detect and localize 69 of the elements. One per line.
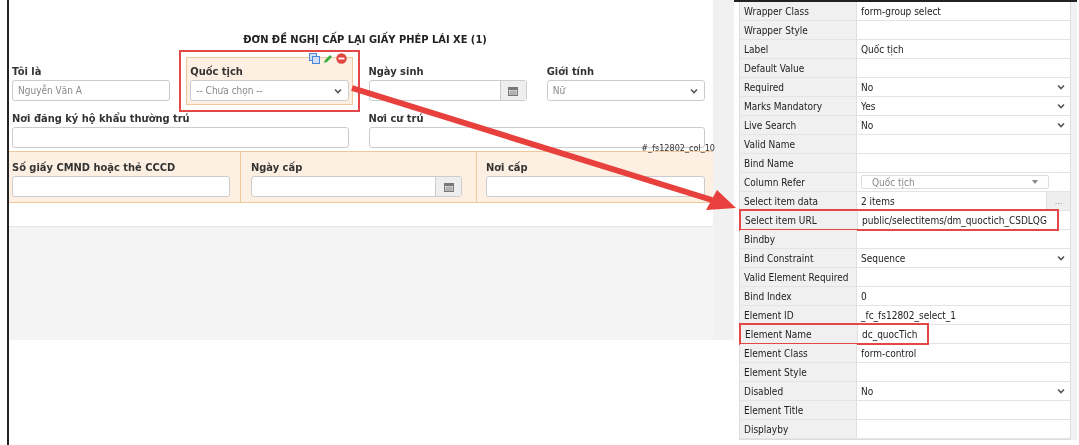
field-label: Nơi cư trú (368, 111, 424, 127)
field-label: Giới tính (546, 64, 595, 80)
property-label: Element Name (741, 325, 858, 343)
column-id-label: #_fs12802_col_10 (641, 143, 715, 153)
property-select[interactable]: No (857, 78, 874, 96)
property-value[interactable]: Quốc tịch (857, 40, 904, 58)
property-label: Bind Name (740, 154, 857, 172)
property-label: Valid Name (740, 135, 857, 153)
property-label: Required (740, 78, 857, 96)
chevron-icon (1057, 255, 1065, 261)
chevron-icon (333, 87, 342, 94)
property-value[interactable]: _fc_fs12802_select_1 (857, 306, 957, 324)
property-label: Label (740, 40, 857, 58)
property-value[interactable]: dc_quocTich (858, 325, 928, 343)
property-label: Select item URL (741, 211, 858, 229)
property-value[interactable]: form-control (857, 344, 917, 362)
caret-icon (1032, 180, 1038, 184)
field-label: Nơi cấp (486, 160, 528, 176)
property-label: Bind Index (740, 287, 857, 305)
property-label: Element Title (740, 401, 857, 419)
text-field[interactable]: Nguyễn Văn A (12, 80, 171, 101)
property-value: 2 items (860, 194, 895, 209)
property-label: Element Class (740, 344, 857, 362)
property-label: Element ID (740, 306, 857, 324)
property-label: Disabled (740, 382, 857, 400)
remove-icon[interactable] (335, 53, 347, 64)
select-field[interactable]: Nữ (546, 80, 705, 101)
property-value[interactable]: 0 (857, 287, 867, 305)
property-label: Default Value (740, 59, 857, 77)
field-label: Quốc tịch (190, 64, 243, 80)
chevron-icon (1057, 84, 1065, 90)
property-label: Bind Constraint (740, 249, 857, 267)
property-select[interactable]: Sequence (857, 249, 906, 267)
select-field[interactable]: -- Chưa chọn -- (190, 80, 349, 101)
field-label: Nơi đăng ký hộ khẩu thường trú (12, 111, 190, 127)
chevron-icon (690, 87, 698, 94)
field-label: Tôi là (12, 64, 42, 80)
text-field[interactable] (12, 176, 230, 197)
calendar-icon (443, 181, 454, 192)
copy-icon[interactable] (308, 53, 320, 64)
field-label: Ngày sinh (368, 64, 424, 80)
property-label: Element Style (740, 363, 857, 381)
chevron-icon (1057, 388, 1065, 394)
property-select[interactable]: No (857, 116, 874, 134)
calendar-icon (508, 85, 519, 96)
text-field[interactable] (12, 127, 349, 148)
field-label: Số giấy CMND hoặc thẻ CCCD (12, 160, 176, 176)
property-label: Marks Mandatory (740, 97, 857, 115)
property-label: Displayby (740, 420, 857, 438)
property-select[interactable]: No (857, 382, 874, 400)
date-field[interactable] (368, 80, 527, 101)
property-label: Live Search (740, 116, 857, 134)
property-label: Wrapper Class (740, 2, 857, 20)
field-label: Ngày cấp (251, 160, 303, 176)
property-label: Bindby (740, 230, 857, 248)
column-combo[interactable]: Quốc tịch (861, 175, 1049, 189)
property-label: Wrapper Style (740, 21, 857, 39)
form-title: ĐƠN ĐỀ NGHỊ CẤP LẠI GIẤY PHÉP LÁI XE (1) (243, 33, 487, 46)
chevron-icon (1057, 122, 1065, 128)
property-value[interactable]: form-group select (857, 2, 941, 20)
text-field[interactable] (486, 176, 705, 197)
chevron-icon (1057, 103, 1065, 109)
property-select[interactable]: Yes (857, 97, 876, 115)
pencil-icon[interactable] (322, 53, 333, 64)
property-label: Column Refer (740, 173, 857, 191)
date-field[interactable] (251, 176, 462, 197)
property-label: Valid Element Required (740, 268, 857, 286)
property-label: Select item data (740, 192, 857, 210)
property-value[interactable]: public/selectitems/dm_quoctich_CSDLQG (858, 211, 1057, 229)
